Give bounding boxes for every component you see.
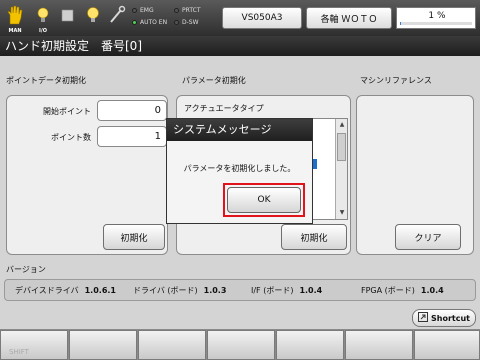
version-heading: バージョン xyxy=(6,265,46,274)
machine-reference-heading: マシンリファレンス xyxy=(360,76,432,85)
emg-led xyxy=(132,8,137,13)
hand-icon[interactable]: MAN xyxy=(4,4,26,34)
top-toolbar: MAN I/O EMG PRTCT AUTO EN D-SW VS050A3 各… xyxy=(0,0,480,36)
dsw-label: D-SW xyxy=(182,19,199,26)
speed-track xyxy=(400,22,472,25)
status-indicators: EMG PRTCT AUTO EN D-SW xyxy=(132,6,218,30)
speed-value: 1 % xyxy=(428,11,446,21)
point-count-input[interactable]: 1 xyxy=(97,126,167,147)
shortcut-icon xyxy=(418,312,428,324)
fkey-2[interactable] xyxy=(69,330,137,360)
fkey-7[interactable] xyxy=(414,330,480,360)
start-point-input[interactable]: 0 xyxy=(97,100,167,121)
shortcut-button[interactable]: Shortcut xyxy=(412,309,476,327)
fkey-4[interactable] xyxy=(207,330,275,360)
fpga-board-label: FPGA (ボード) xyxy=(361,286,415,295)
fkey-5[interactable] xyxy=(276,330,344,360)
auto-en-status: AUTO EN xyxy=(132,19,167,26)
emg-status: EMG xyxy=(132,7,154,14)
fkey-6[interactable] xyxy=(345,330,413,360)
fkey-3[interactable] xyxy=(138,330,206,360)
dialog-message: パラメータを初期化しました。 xyxy=(183,164,296,173)
shortcut-label: Shortcut xyxy=(431,313,470,323)
if-board-label: I/F (ボード) xyxy=(251,286,294,295)
page-title: ハンド初期設定 番号[0] xyxy=(0,36,480,56)
fpga-board-version: FPGA (ボード) 1.0.4 xyxy=(361,285,444,296)
stop-icon[interactable] xyxy=(57,4,79,34)
board-driver-version: ドライバ (ボード) 1.0.3 xyxy=(133,285,226,296)
lamp-icon[interactable] xyxy=(82,4,104,34)
parameter-init-button[interactable]: 初期化 xyxy=(281,224,347,250)
wrench-icon[interactable] xyxy=(106,4,128,34)
device-driver-version: デバイスドライバ 1.0.6.1 xyxy=(15,285,116,296)
system-message-dialog: システムメッセージ パラメータを初期化しました。 OK xyxy=(166,118,313,224)
io-caption: I/O xyxy=(39,28,47,34)
clear-button[interactable]: クリア xyxy=(395,224,461,250)
point-count-label: ポイント数 xyxy=(51,133,91,142)
scroll-down-icon[interactable]: ▼ xyxy=(337,208,347,218)
function-key-bar: SHIFT xyxy=(0,329,480,360)
axis-mode-button[interactable]: 各軸 ＷＯＴＯ xyxy=(306,7,392,29)
dialog-title: システムメッセージ xyxy=(167,119,312,141)
parameter-heading: パラメータ初期化 xyxy=(182,76,246,85)
speed-indicator[interactable]: 1 % xyxy=(396,7,476,29)
prtct-status: PRTCT xyxy=(174,7,201,14)
device-driver-value: 1.0.6.1 xyxy=(84,286,116,295)
scroll-thumb[interactable] xyxy=(337,133,346,161)
start-point-label: 開始ポイント xyxy=(43,107,91,116)
dsw-status: D-SW xyxy=(174,19,199,26)
auto-en-label: AUTO EN xyxy=(140,19,168,26)
dsw-led xyxy=(174,20,179,25)
emg-label: EMG xyxy=(140,7,154,14)
if-board-version: I/F (ボード) 1.0.4 xyxy=(251,285,322,296)
hand-icon-caption: MAN xyxy=(8,28,22,34)
ok-button-highlight: OK xyxy=(223,183,305,217)
scroll-up-icon[interactable]: ▲ xyxy=(337,120,347,130)
if-board-value: 1.0.4 xyxy=(299,286,323,295)
speed-fill xyxy=(400,22,401,25)
board-driver-value: 1.0.3 xyxy=(203,286,227,295)
prtct-label: PRTCT xyxy=(182,7,201,14)
point-data-heading: ポイントデータ初期化 xyxy=(6,76,86,85)
ok-button[interactable]: OK xyxy=(227,187,301,213)
list-scrollbar[interactable]: ▲ ▼ xyxy=(335,119,347,219)
fkey-shift[interactable]: SHIFT xyxy=(0,330,68,360)
fpga-board-value: 1.0.4 xyxy=(420,286,444,295)
auto-en-led xyxy=(132,20,137,25)
point-data-panel: 開始ポイント 0 ポイント数 1 初期化 xyxy=(6,95,168,255)
board-driver-label: ドライバ (ボード) xyxy=(133,286,198,295)
machine-reference-panel: クリア xyxy=(356,95,474,255)
prtct-led xyxy=(174,8,179,13)
program-name-button[interactable]: VS050A3 xyxy=(222,7,302,29)
version-bar: デバイスドライバ 1.0.6.1 ドライバ (ボード) 1.0.3 I/F (ボード… xyxy=(4,279,476,301)
point-data-init-button[interactable]: 初期化 xyxy=(103,224,165,250)
lightbulb-icon[interactable]: I/O xyxy=(32,4,54,34)
device-driver-label: デバイスドライバ xyxy=(15,286,79,295)
actuator-type-label: アクチュエータタイプ xyxy=(184,104,264,113)
